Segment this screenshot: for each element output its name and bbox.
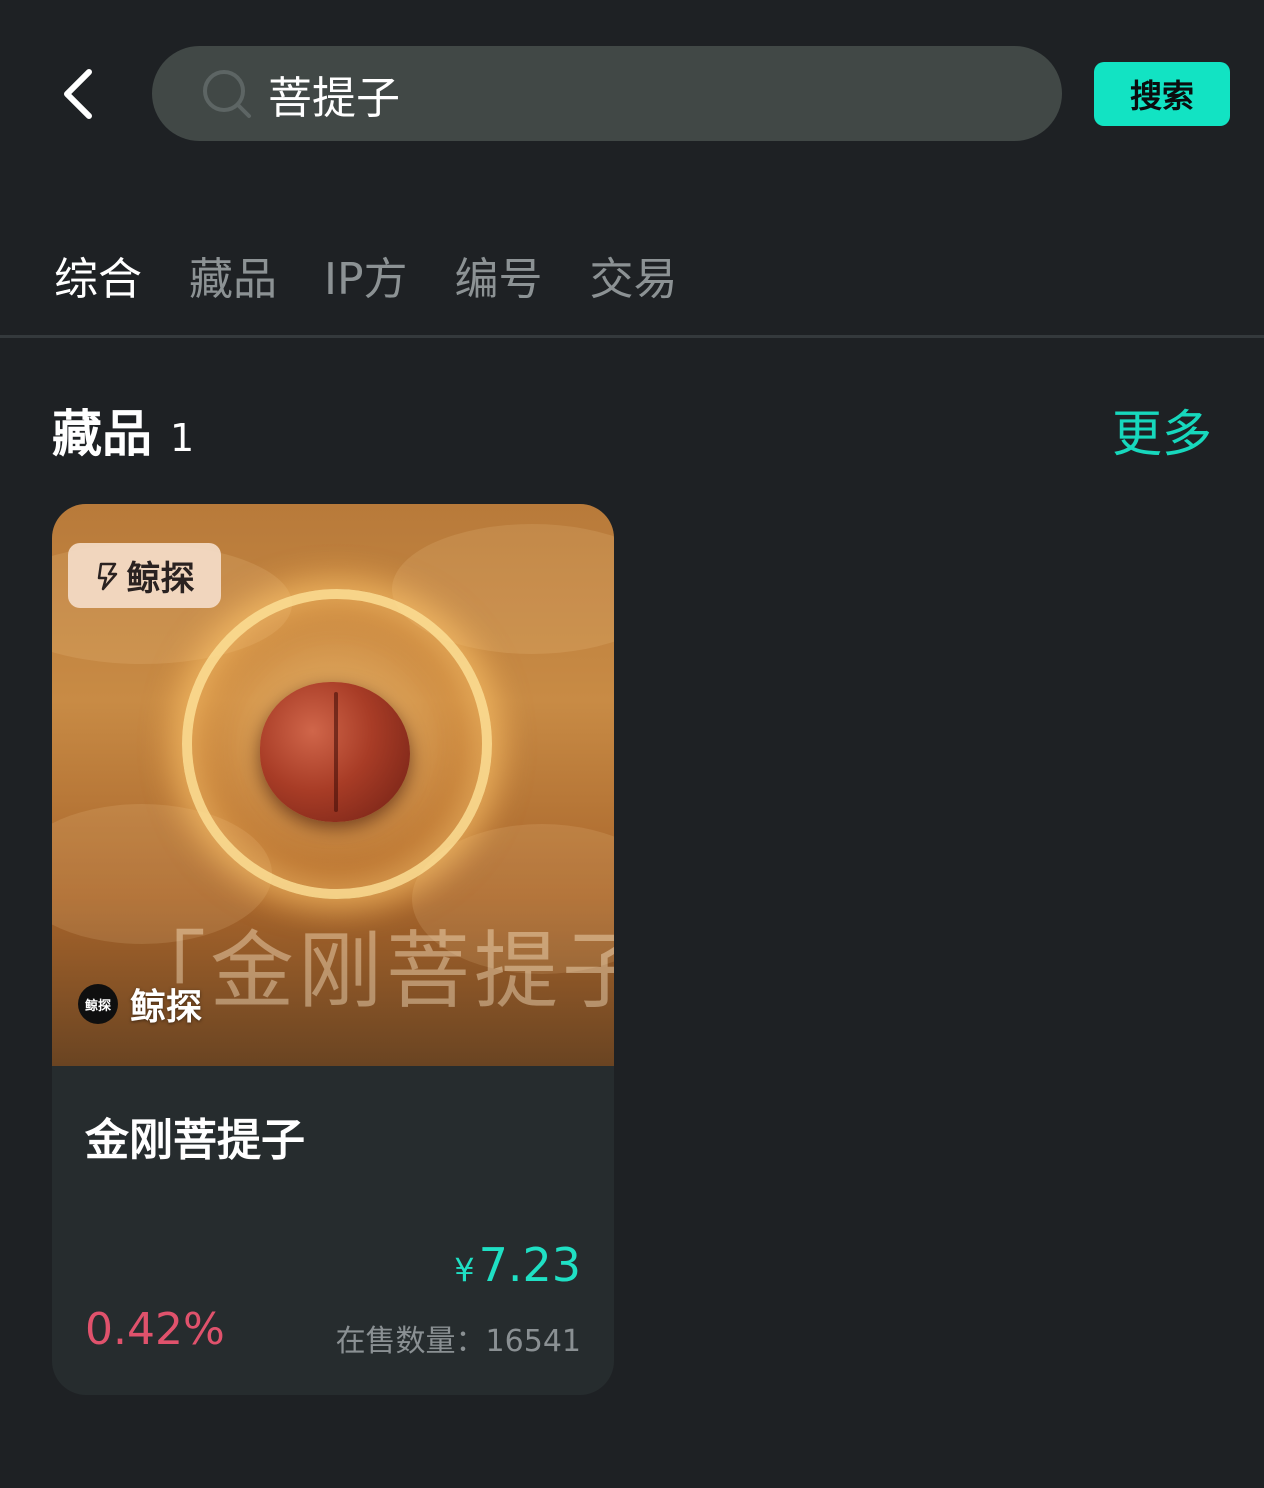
search-icon (202, 69, 252, 119)
tab-collectibles[interactable]: 藏品 (189, 248, 277, 312)
platform-badge: 鲸探 (68, 543, 221, 608)
collectible-image: 「金刚菩提子」 鲸探 鲸探 鲸探 (52, 504, 614, 1066)
bodhi-seed (260, 682, 410, 822)
brand-logo: 鲸探 (78, 984, 118, 1024)
price: ¥ 7.23 (454, 1238, 581, 1292)
chevron-left-icon (64, 69, 92, 119)
stock-count: 在售数量：16541 (335, 1324, 581, 1359)
tab-overall[interactable]: 综合 (54, 248, 142, 312)
search-input[interactable] (268, 68, 968, 119)
brand-name: 鲸探 (130, 987, 203, 1028)
brand-row: 鲸探 鲸探 (78, 978, 202, 1030)
more-link[interactable]: 更多 (1112, 394, 1212, 466)
lightning-icon (95, 561, 121, 591)
price-currency: ¥ (454, 1251, 475, 1289)
tab-ip-owner[interactable]: IP方 (324, 248, 408, 312)
collectible-card[interactable]: 「金刚菩提子」 鲸探 鲸探 鲸探 金刚菩提子 ¥ 7.23 0.42% 在售数量… (52, 504, 614, 1395)
back-button[interactable] (48, 62, 108, 126)
search-results-page: 搜索 综合 藏品 IP方 编号 交易 藏品 1 更多 「金刚菩提子」 (0, 0, 1264, 1488)
tab-serial-number[interactable]: 编号 (455, 248, 543, 312)
section-title: 藏品 (52, 405, 152, 463)
search-bar[interactable] (152, 46, 1062, 141)
collectible-title: 金刚菩提子 (85, 1115, 305, 1166)
tab-trade[interactable]: 交易 (590, 248, 678, 312)
search-button[interactable]: 搜索 (1094, 62, 1230, 126)
price-value: 7.23 (478, 1238, 581, 1292)
section-header: 藏品 1 (52, 394, 194, 466)
tabs-divider (0, 335, 1264, 338)
section-count: 1 (170, 416, 195, 460)
price-change: 0.42% (85, 1304, 225, 1355)
badge-label: 鲸探 (126, 559, 195, 599)
tab-bar: 综合 藏品 IP方 编号 交易 (54, 248, 725, 312)
